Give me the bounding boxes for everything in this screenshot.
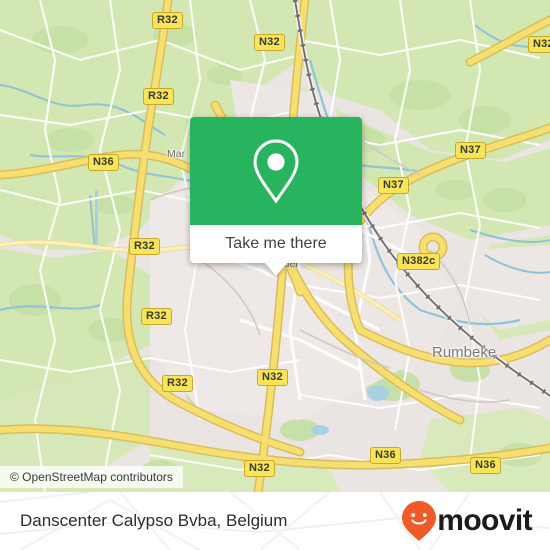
road-shield: R32 — [152, 12, 183, 29]
popup-header — [190, 117, 362, 225]
road-shield: N36 — [370, 447, 401, 464]
map-attribution[interactable]: © OpenStreetMap contributors — [0, 466, 183, 488]
road-shield: N382c — [397, 253, 441, 270]
attribution-text: © OpenStreetMap contributors — [10, 470, 173, 484]
moovit-pin-icon — [402, 501, 437, 541]
road-shield: R32 — [129, 238, 160, 255]
map-pin-icon — [253, 139, 299, 204]
map-canvas[interactable]: R32 N32 R32 N32 N36 N37 N37 R32 N382c R32 R32 N32 N3… — [0, 0, 550, 492]
road-shield: N36 — [88, 154, 119, 171]
popup-pointer-tail — [265, 263, 287, 276]
road-shield: N37 — [378, 177, 409, 194]
take-me-there-label: Take me there — [225, 235, 327, 252]
place-label: Mar — [167, 148, 186, 160]
road-shield: N32 — [528, 36, 550, 53]
road-shield: N32 — [244, 460, 275, 477]
moovit-map-screenshot: R32 N32 R32 N32 N36 N37 N37 R32 N382c R32 R32 N32 N3… — [0, 0, 550, 550]
road-shield: N32 — [257, 369, 288, 386]
road-shield: R32 — [141, 308, 172, 325]
page-title: Danscenter Calypso Bvba, Belgium — [20, 511, 288, 530]
place-label: Rumbeke — [432, 344, 497, 361]
footer-bar: Danscenter Calypso Bvba, Belgium moovit — [0, 492, 550, 550]
moovit-wordmark: moovit — [437, 504, 532, 537]
take-me-there-button[interactable]: Take me there — [190, 225, 362, 276]
road-shield: R32 — [162, 375, 193, 392]
location-popup[interactable]: Take me there — [190, 117, 362, 276]
moovit-logo[interactable]: moovit — [402, 501, 533, 541]
road-shield: N36 — [470, 457, 501, 474]
road-shield: R32 — [143, 88, 174, 105]
road-shield: N37 — [455, 142, 486, 159]
road-shield: N32 — [254, 34, 285, 51]
